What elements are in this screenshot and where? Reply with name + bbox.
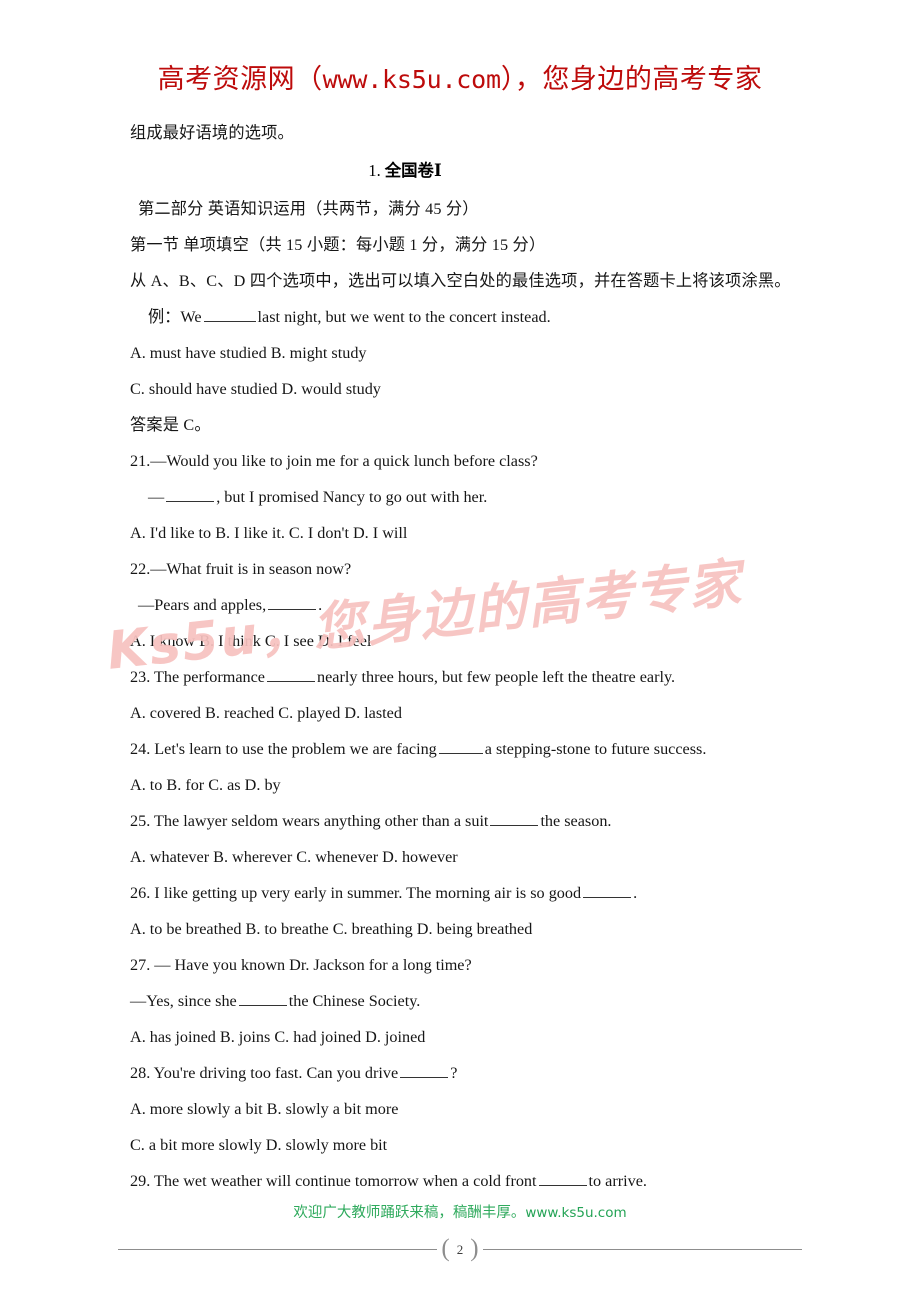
question-21-stem: 21.—Would you like to join me for a quic… <box>130 452 538 470</box>
question-22-stem: 22.—What fruit is in season now? <box>130 560 352 578</box>
footer-promo-text: 欢迎广大教师踊跃来稿，稿酬丰厚。 <box>293 1205 526 1221</box>
question-24-stem-prefix: 24. Let's learn to use the problem we ar… <box>130 740 437 758</box>
question-26-stem-suffix: . <box>633 884 638 902</box>
question-22-blank <box>268 609 317 610</box>
example-stem-suffix: last night, but we went to the concert i… <box>257 308 551 326</box>
intro-line: 组成最好语境的选项。 <box>130 124 294 142</box>
question-25-blank <box>490 825 539 826</box>
question-21-reply-prefix: — <box>148 488 165 506</box>
brace-right-icon: ) <box>470 1235 479 1262</box>
question-26-blank <box>583 897 632 898</box>
question-27-reply-suffix: the Chinese Society. <box>288 992 421 1010</box>
question-28-options-line-1: A. more slowly a bit B. slowly a bit mor… <box>130 1100 399 1118</box>
question-21-reply-suffix: , but I promised Nancy to go out with he… <box>216 488 488 506</box>
example-options-line-2: C. should have studied D. would study <box>130 380 381 398</box>
question-26-stem-prefix: 26. I like getting up very early in summ… <box>130 884 582 902</box>
question-27-stem: 27. — Have you known Dr. Jackson for a l… <box>130 956 472 974</box>
page-number: 2 <box>456 1241 464 1257</box>
question-29-stem-suffix: to arrive. <box>588 1172 647 1190</box>
footer-promo: 欢迎广大教师踊跃来稿，稿酬丰厚。www.ks5u.com <box>0 1203 920 1223</box>
question-22-options: A. I know B. I think C. I see D. I feel <box>130 632 372 650</box>
question-29-stem: 29. The wet weather will continue tomorr… <box>130 1163 830 1199</box>
instruction-line: 从 A、B、C、D 四个选项中，选出可以填入空白处的最佳选项，并在答题卡上将该项… <box>130 272 791 290</box>
part-two-heading: 第二部分 英语知识运用（共两节，满分 45 分） <box>138 200 479 218</box>
document-page: 高考资源网（www.ks5u.com），您身边的高考专家 组成最好语境的选项。 … <box>0 0 920 1302</box>
footer-site-url: www.ks5u.com <box>525 1205 627 1221</box>
site-brand: 高考资源网 <box>157 64 296 94</box>
example-answer: 答案是 C。 <box>130 416 211 434</box>
example-blank <box>203 321 256 322</box>
question-23-stem-prefix: 23. The performance <box>130 668 265 686</box>
question-21-reply: — , but I promised Nancy to go out with h… <box>130 479 830 515</box>
question-23-options: A. covered B. reached C. played D. laste… <box>130 704 402 722</box>
question-24-stem-suffix: a stepping-stone to future success. <box>484 740 707 758</box>
question-29-blank <box>538 1185 587 1186</box>
rule-left <box>118 1248 438 1250</box>
rule-right <box>482 1248 802 1250</box>
question-24-options: A. to B. for C. as D. by <box>130 776 281 794</box>
question-26-stem: 26. I like getting up very early in summ… <box>130 875 830 911</box>
site-tagline: ，您身边的高考专家 <box>514 64 763 94</box>
question-28-stem-suffix: ? <box>450 1064 458 1082</box>
question-23-blank <box>267 681 315 682</box>
question-27-blank <box>238 1005 287 1006</box>
question-23-stem: 23. The performance nearly three hours, b… <box>130 659 830 695</box>
section-one-heading: 第一节 单项填空（共 15 小题：每小题 1 分，满分 15 分） <box>130 236 546 254</box>
question-23-stem-suffix: nearly three hours, but few people left … <box>317 668 676 686</box>
question-22-reply: —Pears and apples,. <box>130 587 830 623</box>
question-26-options: A. to be breathed B. to breathe C. breat… <box>130 920 533 938</box>
brace-left-icon: ( <box>441 1235 450 1262</box>
question-28-stem-prefix: 28. You're driving too fast. Can you dri… <box>130 1064 399 1082</box>
section-number: 1. <box>368 161 381 180</box>
example-stem: 例：We last night, but we went to the conce… <box>130 299 830 335</box>
question-22-reply-suffix: . <box>318 596 323 614</box>
question-25-stem-prefix: 25. The lawyer seldom wears anything oth… <box>130 812 489 830</box>
question-27-options: A. has joined B. joins C. had joined D. … <box>130 1028 426 1046</box>
question-24-blank <box>438 753 483 754</box>
example-options-line-1: A. must have studied B. might study <box>130 344 367 362</box>
question-28-blank <box>400 1077 449 1078</box>
question-25-options: A. whatever B. wherever C. whenever D. h… <box>130 848 458 866</box>
question-21-options: A. I'd like to B. I like it. C. I don't … <box>130 524 408 542</box>
section-title: 1. 全国卷Ⅰ <box>130 151 830 191</box>
question-28-options-line-2: C. a bit more slowly D. slowly more bit <box>130 1136 388 1154</box>
question-25-stem: 25. The lawyer seldom wears anything oth… <box>130 803 830 839</box>
question-21-blank <box>166 501 215 502</box>
header-open-paren: （ <box>295 64 323 94</box>
page-number-rule: ( 2 ) <box>118 1235 802 1262</box>
question-24-stem: 24. Let's learn to use the problem we ar… <box>130 731 830 767</box>
site-url: www.ks5u.com <box>322 65 501 94</box>
question-25-stem-suffix: the season. <box>540 812 612 830</box>
question-27-reply-prefix: —Yes, since she <box>130 992 237 1010</box>
question-22-reply-prefix: —Pears and apples, <box>138 596 267 614</box>
header-close-paren: ） <box>500 64 515 94</box>
question-28-stem: 28. You're driving too fast. Can you dri… <box>130 1055 830 1091</box>
site-header-banner: 高考资源网（www.ks5u.com），您身边的高考专家 <box>0 62 920 97</box>
question-29-stem-prefix: 29. The wet weather will continue tomorr… <box>130 1172 537 1190</box>
section-title-text: 全国卷Ⅰ <box>384 161 442 180</box>
example-stem-prefix: 例：We <box>148 308 202 326</box>
document-body: 组成最好语境的选项。 1. 全国卷Ⅰ 第二部分 英语知识运用（共两节，满分 45… <box>130 115 830 1199</box>
page-number-group: ( 2 ) <box>437 1235 482 1262</box>
question-27-reply: —Yes, since she the Chinese Society. <box>130 983 830 1019</box>
